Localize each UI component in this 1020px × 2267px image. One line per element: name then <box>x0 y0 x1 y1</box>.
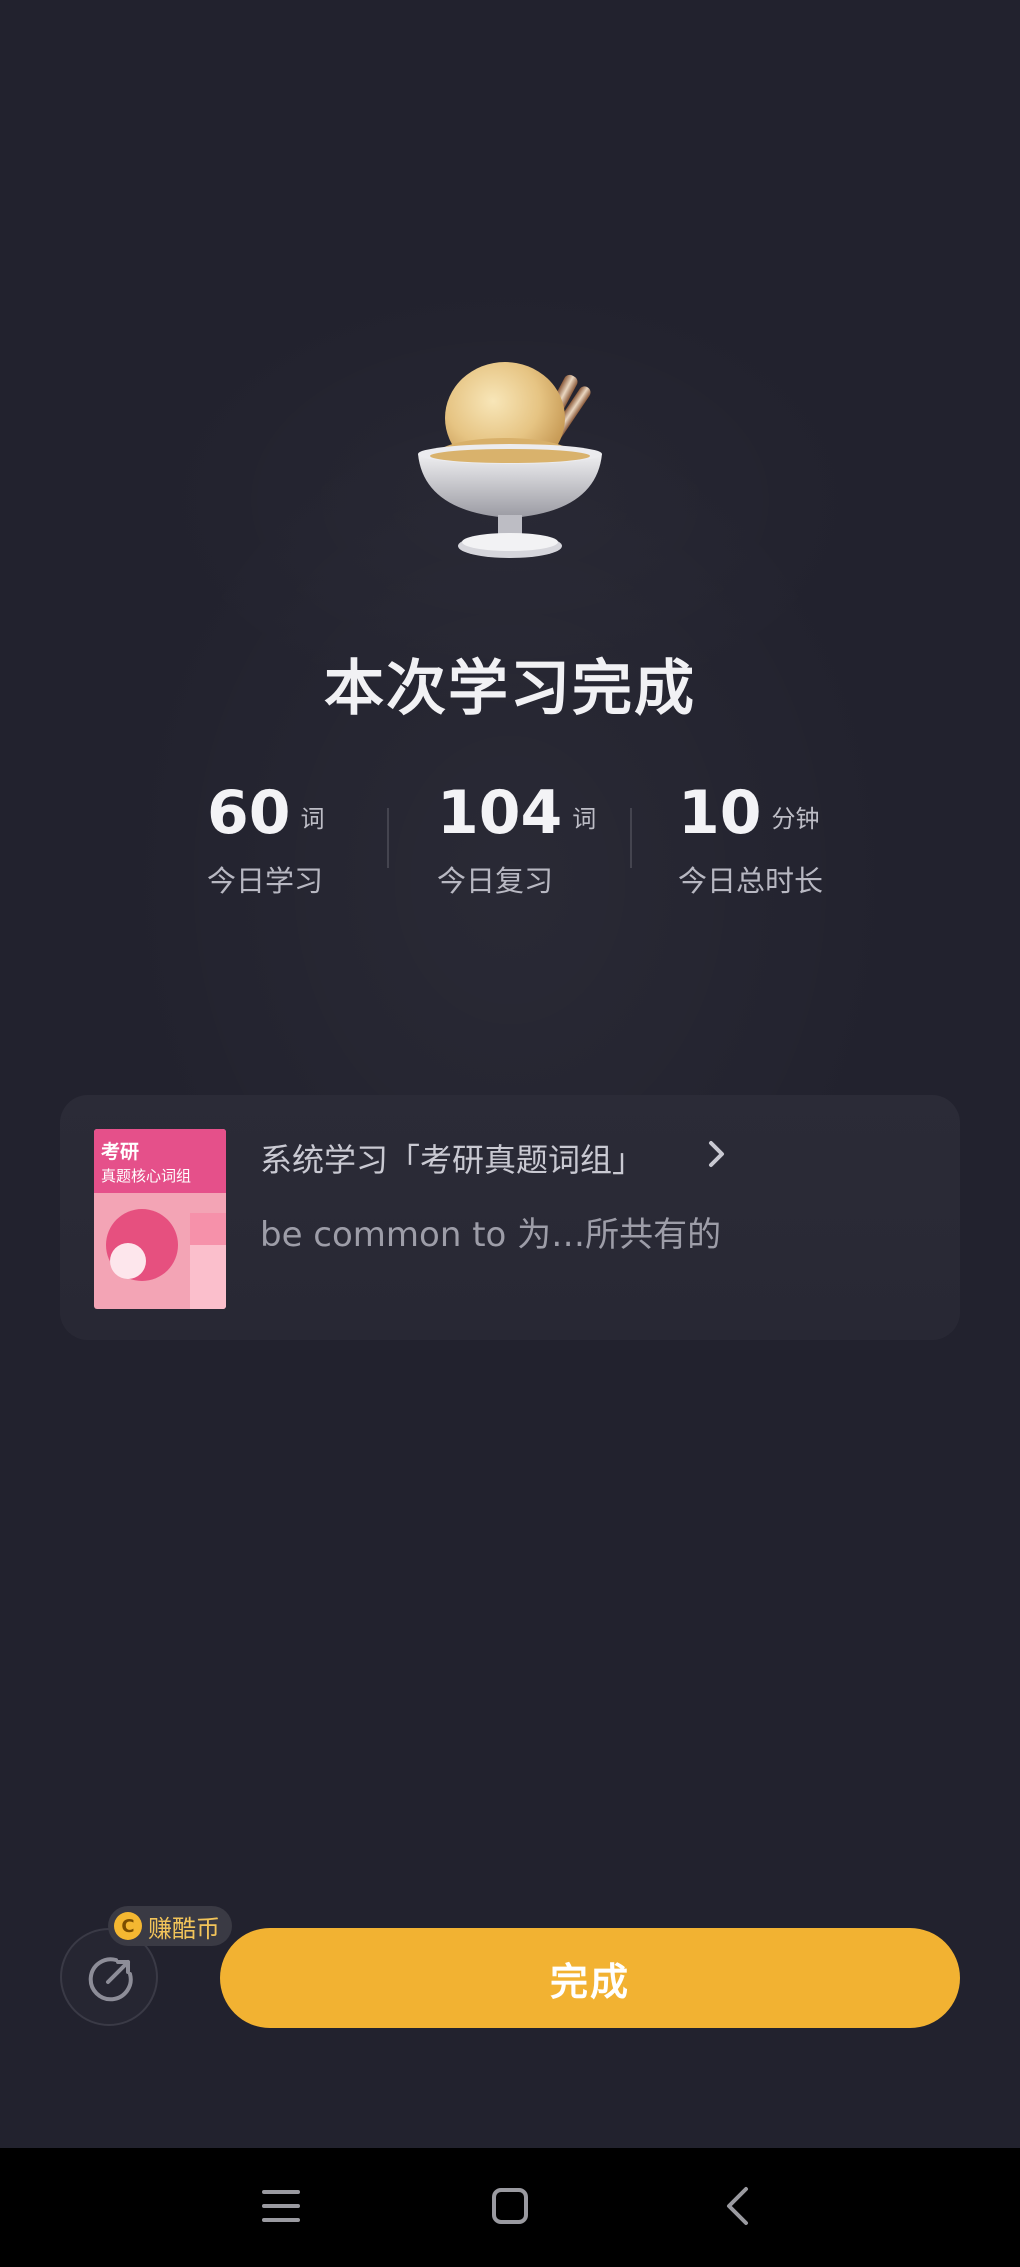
ice-cream-icon <box>400 350 620 570</box>
stat-divider <box>630 808 632 868</box>
earn-coin-badge[interactable]: C 赚酷币 <box>108 1906 232 1946</box>
stat-value: 104 <box>437 778 563 848</box>
stat-divider <box>387 808 389 868</box>
done-button[interactable]: 完成 <box>220 1928 960 2028</box>
chevron-right-icon <box>709 1141 724 1167</box>
stat-label: 今日学习 <box>207 864 324 898</box>
cover-block <box>190 1245 226 1309</box>
back-icon[interactable] <box>722 2186 752 2226</box>
stat-unit: 分钟 <box>771 805 820 833</box>
cover-subtitle: 真题核心词组 <box>101 1167 192 1185</box>
stat-today-duration: 10 分钟 今日总时长 <box>678 778 823 900</box>
stat-today-learn: 60 词 今日学习 <box>207 778 325 900</box>
page-title: 本次学习完成 <box>324 654 696 724</box>
stat-unit: 词 <box>572 805 597 833</box>
stat-label: 今日总时长 <box>678 864 824 898</box>
cover-circle <box>110 1243 146 1279</box>
study-complete-screen: 本次学习完成 60 词 今日学习 104 词 今日复习 10 分钟 今日总时长 考研 … <box>0 0 1020 2267</box>
share-icon <box>88 1957 133 2002</box>
cover-block <box>190 1213 226 1245</box>
stat-label: 今日复习 <box>437 864 554 898</box>
stat-today-review: 104 词 今日复习 <box>437 778 596 900</box>
stat-value: 10 <box>678 778 762 848</box>
menu-icon[interactable] <box>262 2186 300 2226</box>
example-phrase: be common to 为…所共有的 <box>260 1215 722 1255</box>
home-square-icon[interactable] <box>490 2186 530 2226</box>
stat-value: 60 <box>207 778 291 848</box>
book-cover: 考研 真题核心词组 <box>94 1129 226 1309</box>
cover-title: 考研 <box>101 1141 140 1163</box>
system-nav-bar <box>0 2148 1020 2267</box>
coin-badge-label: 赚酷币 <box>148 1914 220 1943</box>
stat-unit: 词 <box>300 805 325 833</box>
book-study-card[interactable]: 考研 真题核心词组 系统学习「考研真题词组」 be common to 为…所共… <box>60 1095 960 1340</box>
coin-icon: C <box>114 1912 142 1940</box>
book-title: 系统学习「考研真题词组」 <box>260 1141 645 1179</box>
